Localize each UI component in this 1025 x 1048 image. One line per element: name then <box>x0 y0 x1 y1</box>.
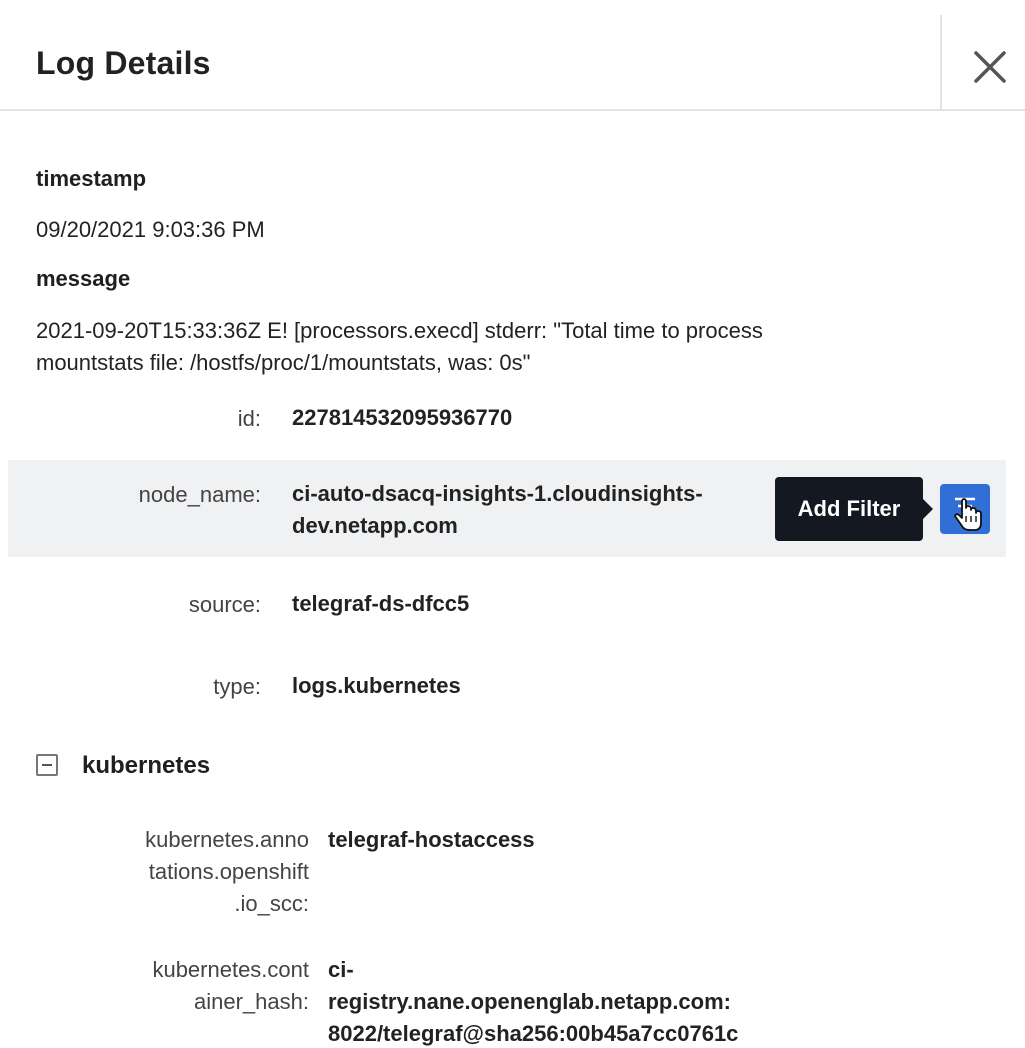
attribute-value-line: ci-auto-dsacq-insights-1.cloudinsights- <box>292 481 703 506</box>
attribute-key: node_name: <box>138 482 261 507</box>
attribute-row-type: type: logs.kubernetes <box>8 666 1006 710</box>
log-details-panel: Log Details timestamp 09/20/2021 9:03:36… <box>0 0 1025 1048</box>
attribute-value: ci-auto-dsacq-insights-1.cloudinsights- … <box>292 478 703 542</box>
message-value-line: 2021-09-20T15:33:36Z E! [processors.exec… <box>36 318 763 343</box>
message-value: 2021-09-20T15:33:36Z E! [processors.exec… <box>36 315 936 379</box>
section-title-kubernetes: kubernetes <box>82 752 211 779</box>
kubernetes-key-line: kubernetes.anno <box>145 827 309 852</box>
kubernetes-key-line: .io_scc: <box>234 891 309 916</box>
kubernetes-value: ci- registry.nane.openenglab.netapp.com:… <box>328 954 888 1048</box>
attribute-row-id: id: 227814532095936770 <box>8 398 1006 442</box>
attribute-key: type: <box>213 674 261 699</box>
kubernetes-value-line: telegraf-hostaccess <box>328 827 535 852</box>
kubernetes-key: kubernetes.cont ainer_hash: <box>89 954 309 1018</box>
attribute-value: 227814532095936770 <box>292 405 513 430</box>
close-icon <box>974 51 1006 83</box>
attribute-key: source: <box>188 592 261 617</box>
message-label: message <box>36 266 131 291</box>
timestamp-label: timestamp <box>36 166 147 191</box>
kubernetes-key-line: ainer_hash: <box>194 989 309 1014</box>
panel-header: Log Details <box>0 15 1025 111</box>
attribute-value: logs.kubernetes <box>292 673 461 698</box>
close-button[interactable] <box>966 43 1014 91</box>
timestamp-value: 09/20/2021 9:03:36 PM <box>36 217 265 242</box>
hand-cursor-icon <box>954 498 982 531</box>
kubernetes-value-line: 8022/telegraf@sha256:00b45a7cc0761c <box>328 1021 739 1046</box>
attribute-value: telegraf-ds-dfcc5 <box>292 591 470 616</box>
minus-square-icon[interactable] <box>36 754 58 776</box>
add-filter-button[interactable] <box>940 484 990 534</box>
message-value-line: mountstats file: /hostfs/proc/1/mountsta… <box>36 350 531 375</box>
attribute-key: id: <box>237 406 261 431</box>
kubernetes-key: kubernetes.anno tations.openshift .io_sc… <box>89 824 309 920</box>
kubernetes-value-line: ci- <box>328 957 354 982</box>
kubernetes-key-line: tations.openshift <box>148 859 309 884</box>
kubernetes-value-line: registry.nane.openenglab.netapp.com: <box>328 989 731 1014</box>
header-divider <box>940 15 942 109</box>
attribute-row-source: source: telegraf-ds-dfcc5 <box>8 584 1006 628</box>
attribute-value-line: dev.netapp.com <box>292 513 458 538</box>
kubernetes-key-line: kubernetes.cont <box>152 957 309 982</box>
add-filter-tooltip: Add Filter <box>775 477 933 541</box>
kubernetes-value: telegraf-hostaccess <box>328 824 888 856</box>
panel-title: Log Details <box>36 45 211 81</box>
